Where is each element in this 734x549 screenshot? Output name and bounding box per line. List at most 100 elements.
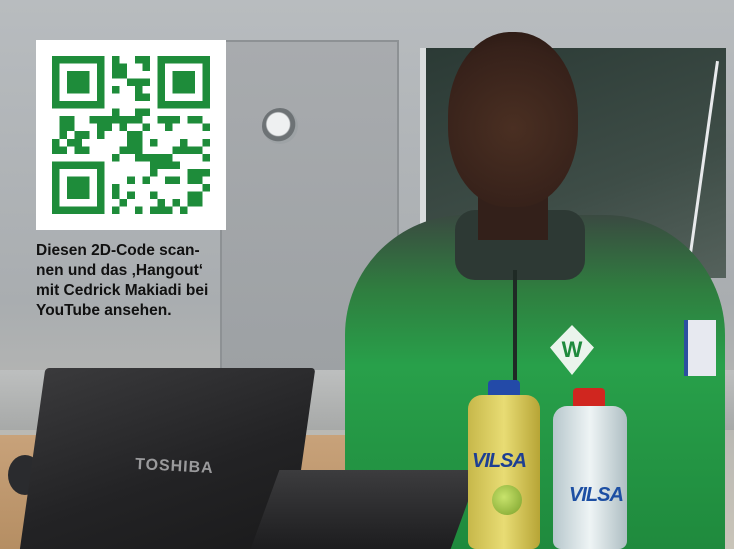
qr-module [82,146,90,154]
qr-module [74,183,83,192]
qr-module [142,78,150,87]
qr-module [202,101,210,109]
qr-module [194,168,203,177]
qr-module [187,168,195,177]
qr-module [164,176,173,184]
qr-module [142,153,150,162]
qr-module [127,146,135,154]
qr-module [179,56,188,64]
qr-module [179,101,188,109]
qr-module [104,123,113,132]
qr-module [134,153,143,162]
qr-module [97,183,105,192]
qr-module [202,63,210,72]
qr-module [142,176,150,184]
qr-module [67,116,75,124]
qr-module [52,78,60,87]
qr-module [172,116,180,124]
qr-module [97,168,105,177]
qr-module [74,86,83,94]
qr-module [82,101,90,109]
qr-module [157,71,165,79]
qr-module [52,56,60,64]
qr-module [97,78,105,87]
qr-module [59,131,68,139]
qr-module [202,168,210,177]
qr-code-panel[interactable] [36,40,226,230]
qr-module [82,71,90,79]
qr-module [104,116,113,124]
qr-module [172,78,180,87]
qr-module [52,101,60,109]
qr-module [149,161,158,169]
qr-module [52,146,60,154]
qr-module [52,63,60,72]
qr-module [157,161,165,169]
qr-module [97,123,105,132]
qr-module [112,56,120,64]
qr-module [187,56,195,64]
qr-module [67,78,75,87]
qr-module [179,86,188,94]
qr-module [164,206,173,214]
qr-module [202,123,210,132]
club-crest-letter: W [561,337,583,362]
qr-module [149,168,158,177]
qr-code[interactable] [52,56,210,214]
qr-module [187,146,195,154]
qr-module [172,56,180,64]
qr-module [59,161,68,169]
qr-module [194,101,203,109]
qr-module [164,116,173,124]
qr-module [134,146,143,154]
qr-module [202,71,210,79]
qr-module [112,86,120,94]
qr-module [134,206,143,214]
qr-module [112,153,120,162]
qr-module [52,168,60,177]
qr-module [97,56,105,64]
qr-module [187,78,195,87]
qr-module [149,153,158,162]
qr-module [164,56,173,64]
qr-module [112,191,120,199]
qr-module [89,206,98,214]
qr-module [82,206,90,214]
qr-module [82,176,90,184]
qr-module [134,131,143,139]
qr-module [157,198,165,207]
qr-module [97,101,105,109]
qr-module [134,93,143,102]
qr-module [52,176,60,184]
qr-module [187,191,195,199]
qr-module [157,93,165,102]
qr-module [97,206,105,214]
qr-module [134,108,143,117]
qr-module [187,86,195,94]
qr-module [119,116,128,124]
qr-module [52,138,60,147]
person-head [448,32,578,207]
qr-module [82,161,90,169]
qr-module [74,146,83,154]
qr-module [134,116,143,124]
qr-module [127,191,135,199]
caption-line: nen und das ‚Hangout‘ [36,262,204,279]
qr-caption: Diesen 2D-Code scan- nen und das ‚Hangou… [36,241,266,321]
qr-module [179,206,188,214]
qr-module [194,116,203,124]
qr-module [112,108,120,117]
qr-module [52,71,60,79]
qr-module [52,198,60,207]
qr-module [194,191,203,199]
qr-module [164,123,173,132]
qr-module [202,86,210,94]
qr-module [202,183,210,192]
qr-module [89,116,98,124]
qr-module [59,123,68,132]
qr-module [164,153,173,162]
qr-module [179,138,188,147]
qr-module [164,101,173,109]
bottle-label-left: VILSA [472,450,527,472]
qr-module [67,191,75,199]
